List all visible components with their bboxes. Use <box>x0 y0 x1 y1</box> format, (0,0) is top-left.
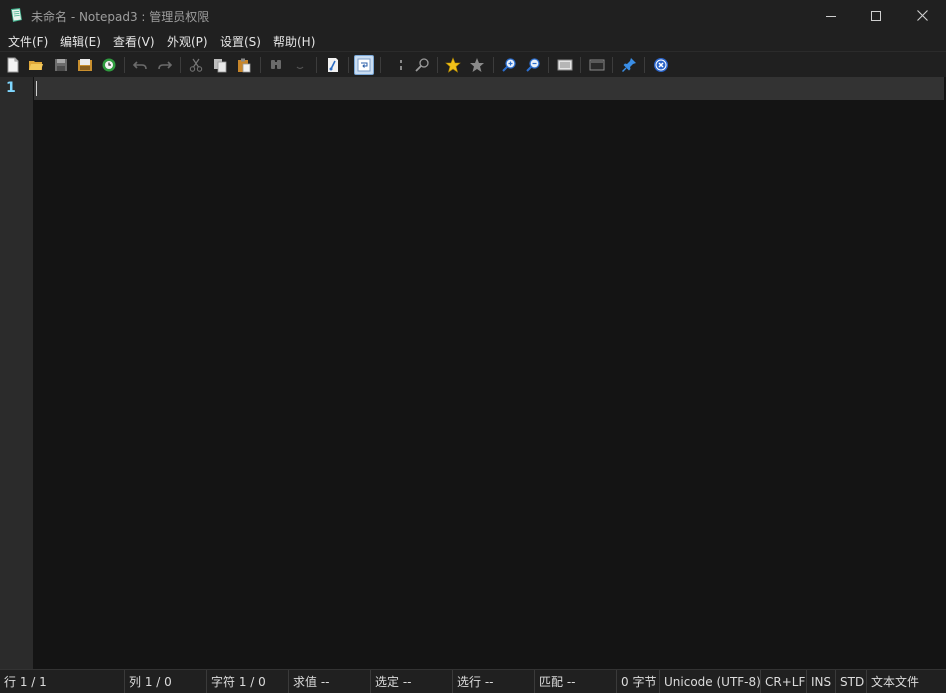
menu-file[interactable]: 文件(F) <box>8 33 48 50</box>
menu-bar: 文件(F) 编辑(E) 查看(V) 外观(P) 设置(S) 帮助(H) <box>0 31 946 51</box>
toolbar <box>0 51 946 77</box>
goto-icon <box>328 58 338 72</box>
toolbar-separator <box>348 57 349 73</box>
status-mode[interactable]: STD <box>836 670 867 693</box>
status-chars[interactable]: 字符 1 / 0 <box>207 670 289 693</box>
toolbar-separator <box>612 57 613 73</box>
line-number: 1 <box>6 80 16 96</box>
scheme-button[interactable] <box>555 55 575 75</box>
minimize-button[interactable] <box>808 0 854 31</box>
toggle-fold-icon <box>400 60 402 70</box>
redo-icon <box>158 61 173 70</box>
zoom-in-button[interactable] <box>499 55 519 75</box>
status-selected-lines[interactable]: 选行 -- <box>453 670 535 693</box>
copy-icon <box>214 59 227 73</box>
maximize-icon <box>871 10 881 21</box>
browse-button[interactable] <box>99 55 119 75</box>
line-number-gutter: 1 <box>0 77 33 669</box>
zoom-out-icon <box>526 58 540 72</box>
goto-button[interactable] <box>323 55 343 75</box>
bookmark-icon <box>470 58 484 72</box>
cut-icon <box>189 58 203 72</box>
status-eval[interactable]: 求值 -- <box>289 670 371 693</box>
editor[interactable]: 1 <box>0 77 946 669</box>
replace-button[interactable] <box>290 55 310 75</box>
paste-button[interactable] <box>234 55 254 75</box>
exit-button[interactable] <box>651 55 671 75</box>
toolbar-separator <box>644 57 645 73</box>
notepad-icon <box>8 7 24 23</box>
word-wrap-icon <box>357 58 371 72</box>
open-file-button[interactable] <box>26 55 46 75</box>
close-icon <box>916 10 928 21</box>
toolbar-separator <box>260 57 261 73</box>
word-wrap-button[interactable] <box>354 55 374 75</box>
customize-icon <box>589 59 605 71</box>
status-bar: 行 1 / 1 列 1 / 0 字符 1 / 0 求值 -- 选定 -- 选行 … <box>0 669 946 693</box>
status-selection[interactable]: 选定 -- <box>371 670 453 693</box>
menu-settings[interactable]: 设置(S) <box>220 33 261 50</box>
find-button[interactable] <box>266 55 286 75</box>
save-as-button[interactable] <box>75 55 95 75</box>
toolbar-separator <box>437 57 438 73</box>
pin-button[interactable] <box>619 55 639 75</box>
close-button[interactable] <box>899 0 945 31</box>
status-bytes[interactable]: 0 字节 <box>617 670 660 693</box>
toolbar-separator <box>580 57 581 73</box>
find-in-files-icon <box>415 58 429 72</box>
toolbar-separator <box>548 57 549 73</box>
new-file-icon <box>7 57 19 73</box>
status-line[interactable]: 行 1 / 1 <box>0 670 125 693</box>
title-bar: 未命名 - Notepad3 : 管理员权限 <box>0 0 946 31</box>
undo-icon <box>132 61 147 70</box>
cut-button[interactable] <box>186 55 206 75</box>
status-ovr[interactable]: INS <box>807 670 836 693</box>
toolbar-separator <box>124 57 125 73</box>
menu-appearance[interactable]: 外观(P) <box>167 33 208 50</box>
add-bookmark-icon <box>445 57 461 73</box>
status-filetype[interactable]: 文本文件 <box>867 670 946 693</box>
scheme-icon <box>557 59 573 71</box>
text-caret <box>36 81 37 96</box>
status-encoding[interactable]: Unicode (UTF-8) <box>660 670 761 693</box>
maximize-button[interactable] <box>853 0 899 31</box>
zoom-out-button[interactable] <box>523 55 543 75</box>
redo-button[interactable] <box>155 55 175 75</box>
save-as-icon <box>78 59 92 71</box>
current-line-highlight <box>34 77 944 100</box>
toolbar-separator <box>180 57 181 73</box>
browse-icon <box>102 58 116 72</box>
menu-help[interactable]: 帮助(H) <box>273 33 315 50</box>
add-bookmark-button[interactable] <box>443 55 463 75</box>
save-icon <box>55 59 67 71</box>
pin-icon <box>622 58 636 72</box>
replace-icon <box>296 66 304 70</box>
customize-button[interactable] <box>587 55 607 75</box>
undo-button[interactable] <box>130 55 150 75</box>
menu-view[interactable]: 查看(V) <box>113 33 155 50</box>
menu-edit[interactable]: 编辑(E) <box>60 33 101 50</box>
status-eol[interactable]: CR+LF <box>761 670 807 693</box>
save-button[interactable] <box>51 55 71 75</box>
open-file-icon <box>29 61 43 70</box>
exit-icon <box>654 58 668 72</box>
zoom-in-icon <box>502 58 516 72</box>
minimize-icon <box>826 15 836 17</box>
paste-icon <box>238 58 251 73</box>
bookmark-button[interactable] <box>467 55 487 75</box>
toolbar-separator <box>316 57 317 73</box>
copy-button[interactable] <box>210 55 230 75</box>
toggle-fold-button[interactable] <box>389 55 409 75</box>
status-column[interactable]: 列 1 / 0 <box>125 670 207 693</box>
toolbar-separator <box>493 57 494 73</box>
toolbar-separator <box>380 57 381 73</box>
find-in-files-button[interactable] <box>412 55 432 75</box>
find-icon <box>271 60 281 69</box>
new-file-button[interactable] <box>3 55 23 75</box>
window-title: 未命名 - Notepad3 : 管理员权限 <box>31 10 210 24</box>
status-match[interactable]: 匹配 -- <box>535 670 617 693</box>
